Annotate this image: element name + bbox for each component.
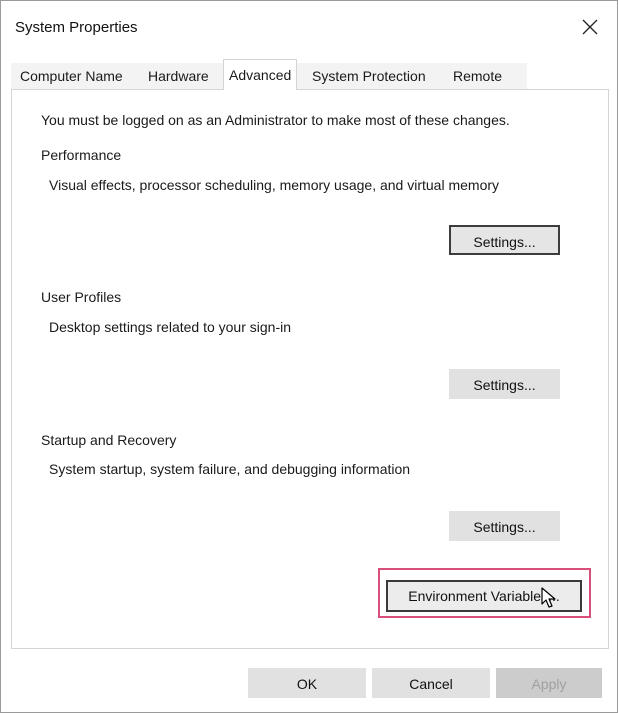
user-profiles-description: Desktop settings related to your sign-in [49, 319, 292, 335]
mouse-pointer-icon [541, 587, 556, 608]
user-profiles-settings-button[interactable]: Settings... [449, 369, 560, 399]
tab-strip: Computer Name Hardware Advanced System P… [11, 59, 607, 90]
startup-recovery-description: System startup, system failure, and debu… [49, 461, 411, 477]
ok-button[interactable]: OK [248, 668, 366, 698]
tab-hardware[interactable]: Hardware [143, 63, 214, 89]
title-bar[interactable]: System Properties [1, 1, 617, 57]
admin-notice: You must be logged on as an Administrato… [41, 112, 510, 128]
system-properties-window: System Properties Computer Name Hardware… [0, 0, 618, 713]
startup-recovery-heading: Startup and Recovery [41, 432, 177, 448]
performance-settings-button[interactable]: Settings... [449, 225, 560, 255]
startup-recovery-settings-button[interactable]: Settings... [449, 511, 560, 541]
cancel-button[interactable]: Cancel [372, 668, 490, 698]
tab-computer-name[interactable]: Computer Name [15, 63, 128, 89]
close-button[interactable] [573, 11, 607, 43]
tab-system-protection[interactable]: System Protection [307, 63, 431, 89]
tab-remote[interactable]: Remote [448, 63, 508, 89]
user-profiles-heading: User Profiles [41, 289, 122, 305]
performance-description: Visual effects, processor scheduling, me… [49, 177, 500, 193]
tab-advanced[interactable]: Advanced [223, 59, 298, 90]
apply-button[interactable]: Apply [496, 668, 602, 698]
advanced-tab-panel: You must be logged on as an Administrato… [11, 89, 609, 649]
close-icon [582, 19, 598, 35]
window-title: System Properties [15, 19, 138, 36]
performance-heading: Performance [41, 147, 122, 163]
